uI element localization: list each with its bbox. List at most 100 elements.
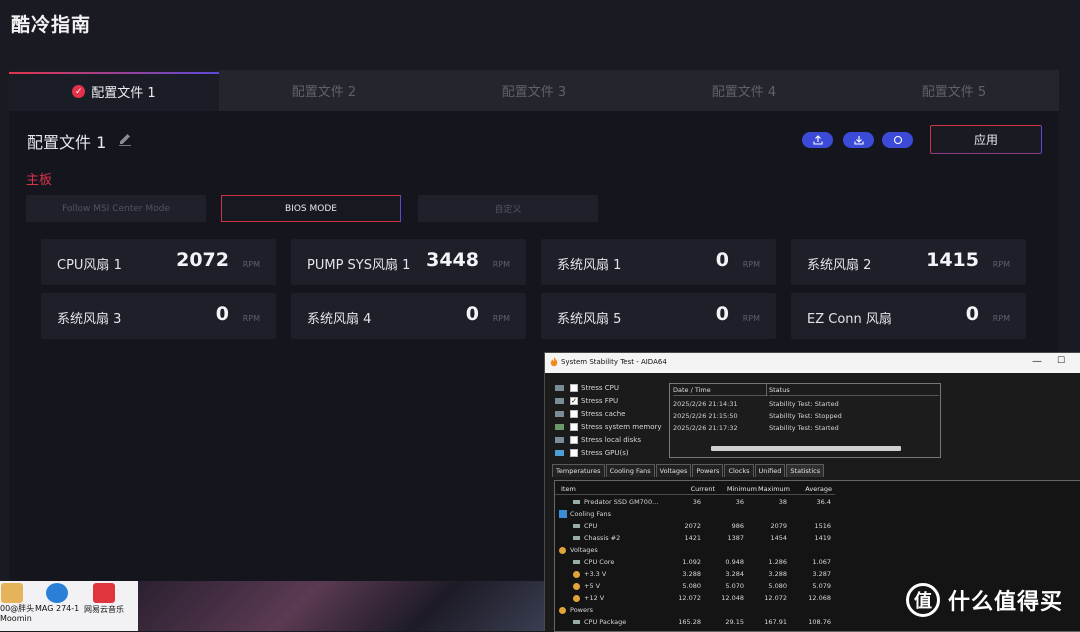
value-minimum: 5.070 [725,582,744,590]
fan-unit: RPM [492,260,510,269]
checkbox[interactable] [570,449,578,457]
option-label: Stress local disks [581,436,642,444]
value-minimum: 0.948 [725,558,744,566]
checkbox[interactable] [570,410,578,418]
minimize-icon[interactable]: — [1032,356,1042,367]
fan-card: CPU风扇 1 2072 RPM [41,239,276,285]
tab-cooling-fans[interactable]: Cooling Fans [605,464,655,477]
checkbox[interactable] [570,384,578,392]
value-average: 1516 [814,522,831,530]
table-row: CPU Core [573,558,614,566]
stress-memory-option[interactable]: Stress system memory [555,423,662,431]
value-current: 2072 [684,522,701,530]
option-label: Stress GPU(s) [581,449,629,457]
tab-profile-1[interactable]: ✓ 配置文件 1 [9,70,219,111]
tab-statistics[interactable]: Statistics [786,464,825,477]
fan-name: 系统风扇 5 [557,312,622,327]
row-label: CPU Package [584,618,627,626]
table-row: +5 V [573,582,600,590]
mode-custom[interactable]: 自定义 [418,195,598,222]
reset-button[interactable] [882,132,913,148]
table-row: +12 V [573,594,604,602]
log-time: 2025/2/26 21:15:50 [673,412,738,420]
folder-icon[interactable] [1,583,23,603]
stats-header-current: Current [690,485,715,493]
row-label: Chassis #2 [584,534,621,542]
disk-icon [555,437,564,443]
voltage-icon [573,570,580,578]
tab-clocks[interactable]: Clocks [724,464,754,477]
value-maximum: 38 [778,498,787,506]
tab-temperatures[interactable]: Temperatures [552,464,605,477]
log-header-time: Date / Time [673,384,768,396]
edge-browser-icon[interactable] [46,583,68,603]
fan-rpm-value: 0 [715,249,729,271]
checkbox[interactable] [570,436,578,444]
row-label: CPU Core [584,558,615,566]
value-average: 5.079 [812,582,831,590]
horizontal-scrollbar[interactable] [711,446,901,451]
maximize-icon[interactable]: ☐ [1057,356,1065,366]
stress-cpu-option[interactable]: Stress CPU [555,384,619,392]
download-button[interactable] [843,132,874,148]
voltage-icon [559,546,566,554]
ssd-icon [573,500,580,504]
stress-fpu-option[interactable]: ✓ Stress FPU [555,397,618,405]
fan-rpm-value: 0 [715,303,729,325]
pencil-icon[interactable] [117,131,133,147]
stats-header-average: Average [805,485,832,493]
value-average: 108.76 [808,618,831,626]
tab-label: 配置文件 3 [501,85,567,100]
stress-cache-option[interactable]: Stress cache [555,410,625,418]
value-current: 1421 [684,534,701,542]
mode-bios[interactable]: BIOS MODE [221,195,401,222]
stress-disks-option[interactable]: Stress local disks [555,436,641,444]
option-label: Stress CPU [581,384,619,392]
sensor-icon [573,620,580,624]
fan-unit: RPM [242,260,260,269]
fan-card: 系统风扇 5 0 RPM [541,293,776,339]
tab-profile-3[interactable]: 配置文件 3 [429,70,639,111]
table-row: Predator SSD GM700... [573,498,658,506]
value-current: 3.288 [682,570,701,578]
tab-profile-2[interactable]: 配置文件 2 [219,70,429,111]
checkbox[interactable]: ✓ [570,397,578,405]
profile-tabs: ✓ 配置文件 1 配置文件 2 配置文件 3 配置文件 4 配置文件 5 [9,70,1059,111]
value-average: 12.068 [808,594,831,602]
apply-button[interactable]: 应用 [930,125,1042,154]
tab-voltages[interactable]: Voltages [655,464,692,477]
tab-profile-4[interactable]: 配置文件 4 [639,70,849,111]
group-label: Cooling Fans [570,510,612,518]
stress-gpu-option[interactable]: Stress GPU(s) [555,449,629,457]
tab-profile-5[interactable]: 配置文件 5 [849,70,1059,111]
option-label: Stress system memory [581,423,662,431]
upload-button[interactable] [802,132,833,148]
value-average: 36.4 [816,498,831,506]
app-header: 酷冷指南 [0,0,1080,62]
column-divider [766,384,767,396]
tab-unified[interactable]: Unified [754,464,786,477]
memory-icon [555,424,564,430]
row-label: +12 V [584,594,605,602]
netease-music-icon[interactable] [93,583,115,603]
checkbox[interactable] [570,423,578,431]
value-maximum: 1.286 [768,558,787,566]
fan-name: PUMP SYS风扇 1 [307,258,411,273]
value-maximum: 12.072 [764,594,787,602]
value-current: 1.092 [682,558,701,566]
tab-powers[interactable]: Powers [692,464,724,477]
download-icon [853,136,864,145]
value-current: 36 [692,498,701,506]
fan-unit: RPM [742,314,760,323]
value-minimum: 986 [731,522,744,530]
mode-follow-msi-center[interactable]: Follow MSI Center Mode [26,195,206,222]
fan-card: PUMP SYS风扇 1 3448 RPM [291,239,526,285]
stats-header-item: Item [561,485,576,493]
group-row: Cooling Fans [559,510,611,518]
option-label: Stress FPU [581,397,619,405]
fan-icon [559,510,567,518]
window-titlebar: System Stability Test - AIDA64 — ☐ [545,353,1080,373]
fan-card: 系统风扇 2 1415 RPM [791,239,1026,285]
group-row: Powers [559,606,593,614]
voltage-icon [573,594,580,602]
